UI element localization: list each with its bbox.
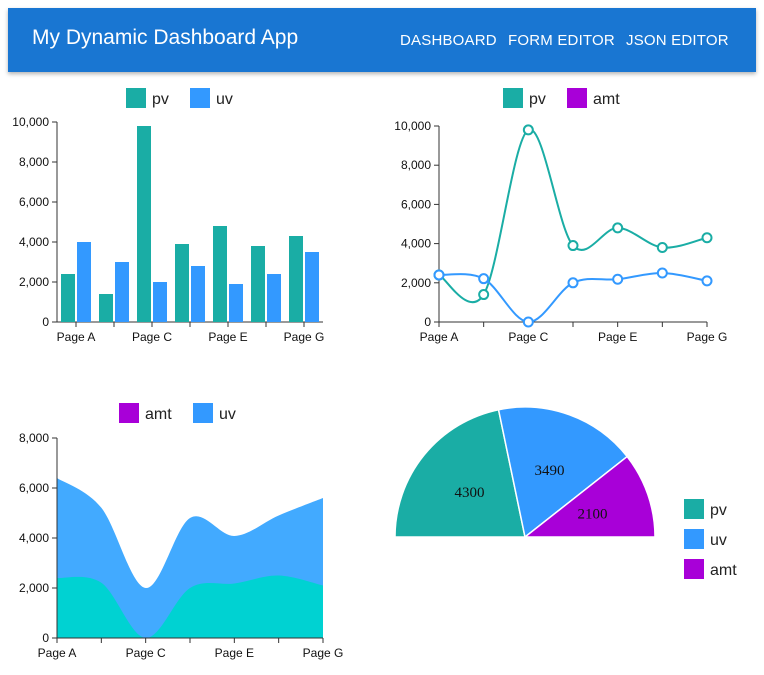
bar-uv — [115, 262, 129, 322]
y-tick-label: 2,000 — [401, 276, 431, 290]
legend-label-uv: uv — [219, 406, 236, 423]
bar-uv — [153, 282, 167, 322]
legend-swatch-uv — [190, 88, 210, 108]
y-tick-label: 10,000 — [394, 119, 431, 133]
y-tick-label: 0 — [424, 315, 431, 329]
bar-uv — [267, 274, 281, 322]
point-pv — [612, 222, 624, 234]
y-tick-label: 10,000 — [12, 115, 49, 129]
x-tick-label: Page A — [420, 330, 459, 344]
legend-label-amt: amt — [593, 91, 620, 108]
x-tick-label: Page C — [132, 330, 172, 344]
legend-label-pv: pv — [529, 91, 546, 108]
x-tick-label: Page C — [508, 330, 548, 344]
legend-label-uv: uv — [710, 532, 727, 549]
y-tick-label: 4,000 — [401, 237, 431, 251]
legend-swatch-pv — [503, 88, 523, 108]
bar-pv — [61, 274, 75, 322]
legend-swatch-amt — [684, 559, 704, 579]
x-tick-label: Page G — [303, 646, 344, 660]
legend-swatch-amt — [119, 403, 139, 423]
pie-label-amt: 2100 — [578, 507, 608, 523]
area-chart: amt uv 0 2,000 4,000 6,000 8,000 Page A Page C Pa… — [19, 403, 344, 660]
x-tick-label: Page G — [687, 330, 728, 344]
y-tick-label: 6,000 — [401, 197, 431, 211]
y-tick-label: 0 — [42, 631, 49, 645]
x-tick-label: Page A — [38, 646, 77, 660]
y-tick-label: 2,000 — [19, 275, 49, 289]
x-tick-label: Page E — [215, 646, 254, 660]
point-amt — [701, 275, 713, 287]
nav-form-editor[interactable]: FORM EDITOR — [508, 32, 615, 49]
y-tick-label: 4,000 — [19, 531, 49, 545]
legend-swatch-amt — [567, 88, 587, 108]
point-amt — [478, 273, 490, 285]
y-tick-label: 4,000 — [19, 235, 49, 249]
point-amt — [522, 316, 534, 328]
point-pv — [656, 242, 668, 254]
point-amt — [656, 267, 668, 279]
y-tick-label: 6,000 — [19, 195, 49, 209]
x-tick-label: Page G — [284, 330, 325, 344]
bar-uv — [77, 242, 91, 322]
legend-label-pv: pv — [710, 502, 727, 519]
x-tick-label: Page E — [208, 330, 247, 344]
point-amt — [612, 273, 624, 285]
point-pv — [567, 240, 579, 252]
x-tick-label: Page E — [598, 330, 637, 344]
point-pv — [478, 289, 490, 301]
app-title: My Dynamic Dashboard App — [32, 26, 299, 49]
legend-label-uv: uv — [216, 91, 233, 108]
point-amt — [433, 269, 445, 281]
legend-swatch-uv — [684, 529, 704, 549]
y-tick-label: 0 — [42, 315, 49, 329]
y-tick-label: 8,000 — [19, 155, 49, 169]
bar-uv — [191, 266, 205, 322]
half-pie-chart: 4300 3490 2100 pv uv amt — [394, 406, 737, 579]
legend-label-amt: amt — [710, 562, 737, 579]
bar-uv — [305, 252, 319, 322]
y-tick-label: 8,000 — [401, 158, 431, 172]
pie-label-pv: 4300 — [455, 485, 485, 501]
nav-dashboard[interactable]: DASHBOARD — [400, 32, 497, 49]
legend-swatch-pv — [126, 88, 146, 108]
bar-pv — [175, 244, 189, 322]
x-tick-label: Page C — [126, 646, 166, 660]
point-pv — [701, 232, 713, 244]
y-tick-label: 8,000 — [19, 431, 49, 445]
bar-pv — [213, 226, 227, 322]
legend-label-pv: pv — [152, 91, 169, 108]
y-tick-label: 6,000 — [19, 481, 49, 495]
nav-json-editor[interactable]: JSON EDITOR — [626, 32, 729, 49]
legend-swatch-pv — [684, 499, 704, 519]
bar-pv — [289, 236, 303, 322]
line-chart: pv amt 0 2,000 4,000 6,000 8,000 10,000 Page A Pa… — [394, 88, 728, 344]
bar-pv — [99, 294, 113, 322]
point-pv — [522, 124, 534, 136]
legend-label-amt: amt — [145, 406, 172, 423]
y-tick-label: 2,000 — [19, 581, 49, 595]
bar-pv — [251, 246, 265, 322]
x-tick-label: Page A — [57, 330, 96, 344]
point-amt — [567, 277, 579, 289]
bar-chart: pv uv 0 2,000 4,000 6,000 8,000 10,000 Page A Pag… — [12, 88, 325, 344]
bar-uv — [229, 284, 243, 322]
app-bar: My Dynamic Dashboard App DASHBOARD FORM … — [8, 8, 756, 72]
legend-swatch-uv — [193, 403, 213, 423]
pie-label-uv: 3490 — [534, 463, 564, 479]
bar-pv — [137, 126, 151, 322]
